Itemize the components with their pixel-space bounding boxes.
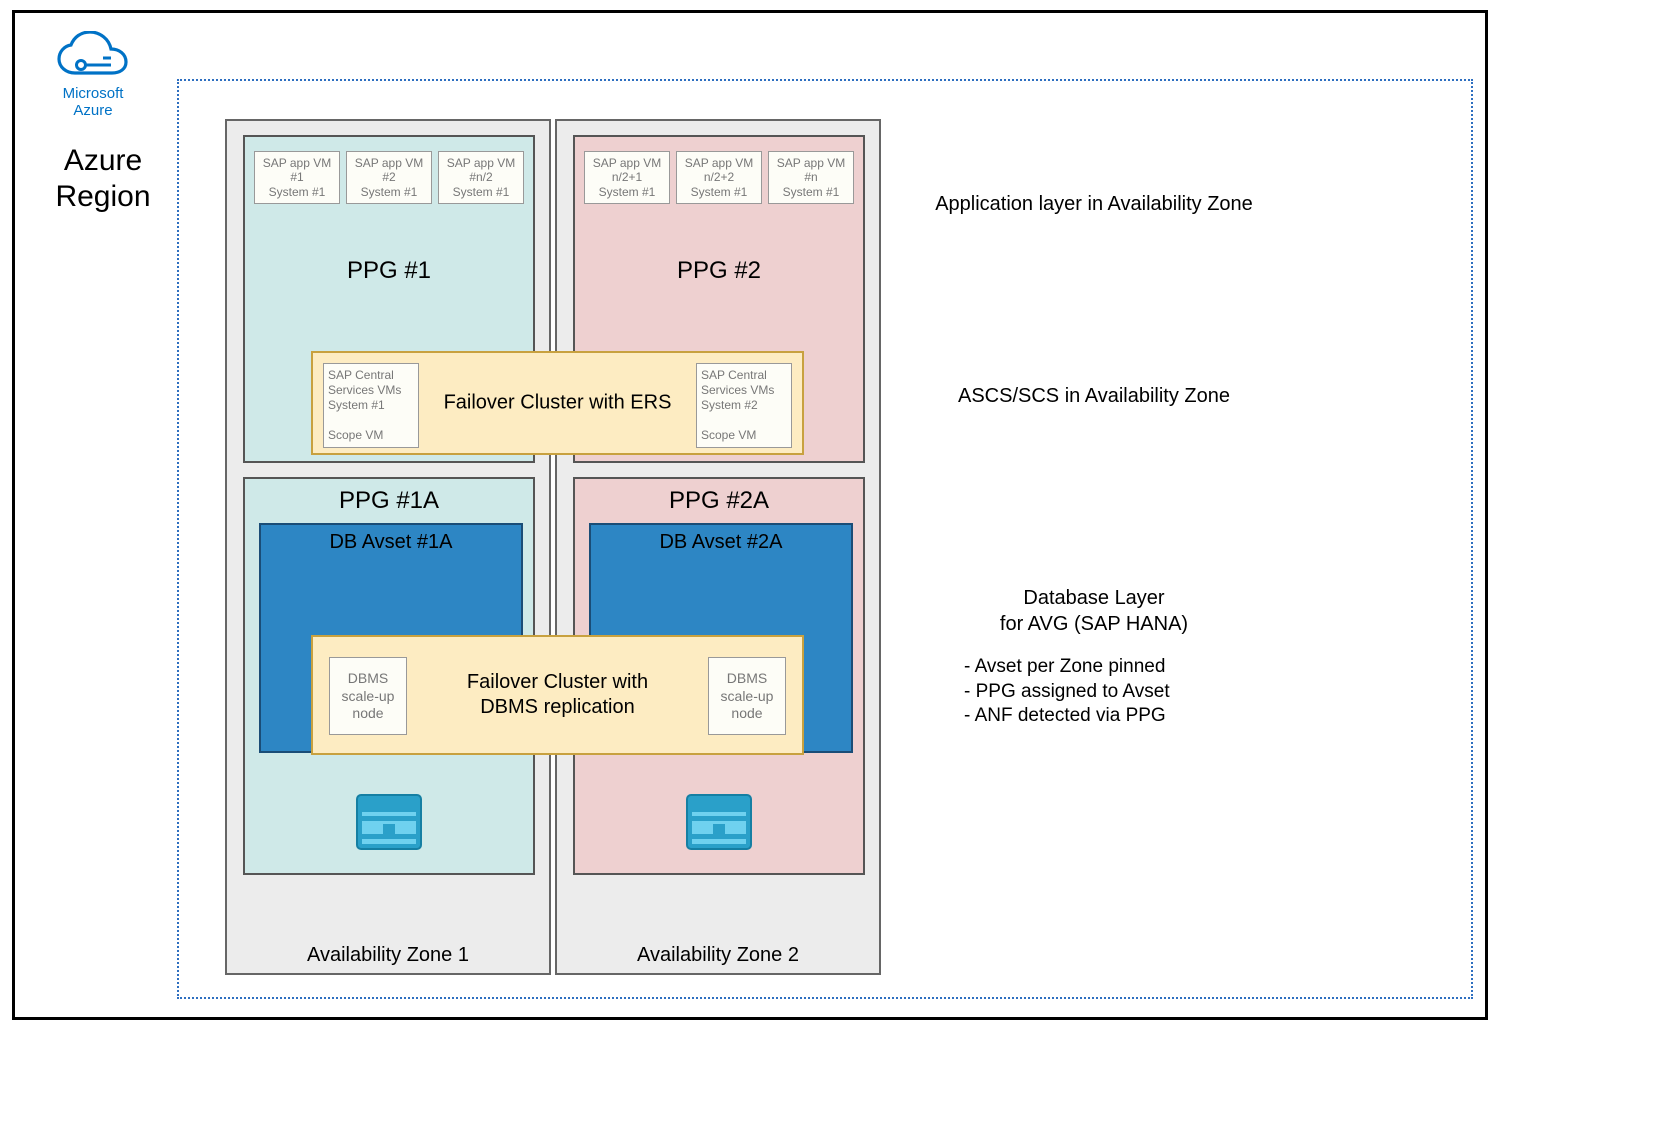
failover-label: Failover Cluster withDBMS replication [467,670,648,720]
annotation-app-layer: Application layer in Availability Zone [919,191,1269,217]
azure-logo-text: MicrosoftAzure [43,85,143,120]
scs-vm-box: SAP Central Services VMs System #2 Scope… [696,363,792,448]
vm-row: SAP app VM#1System #1 SAP app VM#2System… [253,151,525,204]
ppg-title: PPG #1A [245,487,533,515]
storage-icon [356,794,422,855]
sap-app-vm: SAP app VM#n/2System #1 [438,151,524,204]
annotation-list-item: ANF detected via PPG [964,704,1224,729]
azure-logo: MicrosoftAzure [43,31,143,120]
annotation-list: Avset per Zone pinned PPG assigned to Av… [964,655,1224,729]
annotation-ascs: ASCS/SCS in Availability Zone [919,383,1269,409]
storage-icon [686,794,752,855]
sap-app-vm: SAP app VMn/2+2System #1 [676,151,762,204]
annotation-list-item: Avset per Zone pinned [964,655,1224,680]
failover-cluster-ers: SAP Central Services VMs System #1 Scope… [311,351,804,455]
db-avset-title: DB Avset #2A [591,531,851,554]
annotation-db-layer: Database Layerfor AVG (SAP HANA) Avset p… [919,585,1269,729]
vm-row: SAP app VMn/2+1System #1 SAP app VMn/2+2… [583,151,855,204]
sap-app-vm: SAP app VM#2System #1 [346,151,432,204]
availability-zone-2: SAP app VMn/2+1System #1 SAP app VMn/2+2… [555,119,881,975]
region-title: Azure Region [33,143,173,215]
failover-label: Failover Cluster with ERS [444,391,672,416]
dbms-node-box: DBMS scale-up node [329,657,407,735]
zone-label: Availability Zone 2 [557,944,879,967]
scs-vm-box: SAP Central Services VMs System #1 Scope… [323,363,419,448]
ppg-title: PPG #2 [575,257,863,285]
diagram-frame: MicrosoftAzure Azure Region SAP app VM#1… [12,10,1488,1020]
azure-cloud-icon [53,31,133,83]
ppg-title: PPG #1 [245,257,533,285]
sap-app-vm: SAP app VMn/2+1System #1 [584,151,670,204]
sap-app-vm: SAP app VM#nSystem #1 [768,151,854,204]
dbms-node-box: DBMS scale-up node [708,657,786,735]
sap-app-vm: SAP app VM#1System #1 [254,151,340,204]
availability-zone-1: SAP app VM#1System #1 SAP app VM#2System… [225,119,551,975]
db-avset-title: DB Avset #1A [261,531,521,554]
failover-cluster-dbms: DBMS scale-up node Failover Cluster with… [311,635,804,755]
zone-label: Availability Zone 1 [227,944,549,967]
annotation-list-item: PPG assigned to Avset [964,680,1224,705]
ppg-title: PPG #2A [575,487,863,515]
